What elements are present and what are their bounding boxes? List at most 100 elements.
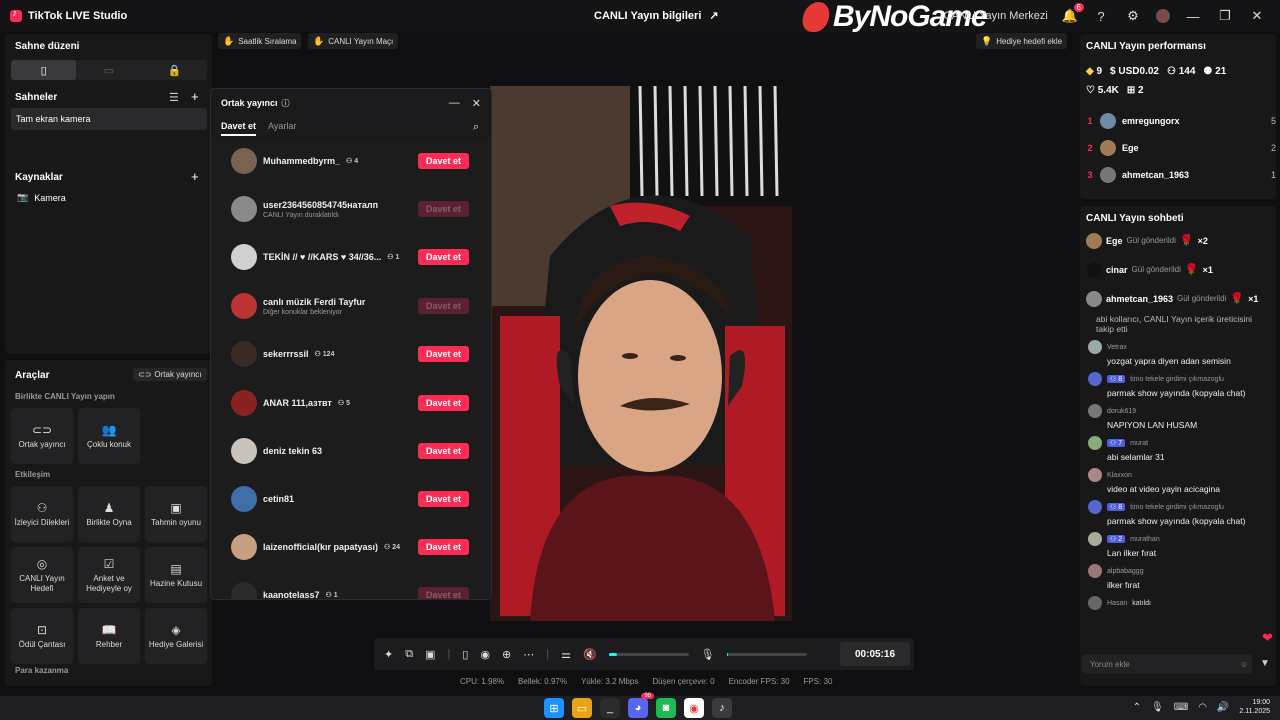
avatar	[1088, 436, 1102, 450]
diamonds-value: 9	[1096, 66, 1103, 77]
ranking-row[interactable]: 3 ahmetcan_1963 1	[1080, 161, 1276, 188]
terminal-icon[interactable]: _	[600, 698, 620, 718]
level-badge: ⚇ 8	[1107, 375, 1126, 383]
invite-button[interactable]: Davet et	[418, 249, 469, 265]
audio-mixer-icon[interactable]: ⚌	[561, 648, 571, 661]
discord-badge: 99	[641, 693, 654, 699]
source-item-camera[interactable]: 📷 Kamera	[17, 192, 66, 203]
live-info-button[interactable]: CANLI Yayın bilgileri ↗	[594, 9, 719, 23]
tab-settings[interactable]: Ayarlar	[268, 121, 296, 135]
tool-prediction[interactable]: ▣ Tahmin oyunu	[145, 486, 207, 542]
scene-panel: Sahne düzeni ▯ ▭ 🔒 Sahneler ☰ + Tam ekra…	[5, 34, 212, 354]
discord-icon[interactable]: ◕ 99	[628, 693, 654, 718]
invite-button[interactable]: Davet et	[418, 395, 469, 411]
rank-number: 3	[1087, 169, 1093, 180]
ranking-row[interactable]: 1 emregungorx 5	[1080, 107, 1276, 134]
mic-tray-icon[interactable]: 🎙	[1151, 702, 1164, 713]
help-circle-icon[interactable]: ⓘ	[282, 98, 290, 109]
windows-start-icon[interactable]: ⊞	[544, 698, 564, 718]
filter-icon[interactable]: ▼	[1260, 658, 1270, 669]
chat-message: Vetrax yozgat yapra diyen adan semisin	[1080, 340, 1270, 366]
add-source-icon[interactable]: +	[191, 169, 199, 184]
tool-multi-guest[interactable]: 👥 Çoklu konuk	[78, 408, 140, 464]
tray-chevron-icon[interactable]: ⌃	[1133, 702, 1141, 713]
add-scene-icon[interactable]: +	[191, 89, 199, 104]
cohost-name: canlı müzik Ferdi Tayfur	[263, 296, 366, 307]
level-badge: ⚇ 2	[1107, 535, 1126, 543]
tool-poll[interactable]: ☑ Anket ve Hediyeyle oy	[78, 547, 140, 603]
close-window-icon[interactable]: ✕	[1248, 8, 1266, 24]
close-dialog-icon[interactable]: ✕	[472, 97, 481, 110]
invite-button[interactable]: Davet et	[418, 153, 469, 169]
chat-message: alpbabaggg ilker fırat	[1080, 564, 1270, 590]
help-icon[interactable]: ?	[1092, 9, 1110, 24]
speaker-muted-icon[interactable]: 🔇	[583, 648, 597, 661]
live-center-button[interactable]: CANLI Yayın Merkezi	[944, 10, 1048, 22]
file-explorer-icon[interactable]: ▭	[572, 698, 592, 718]
volume-icon[interactable]: 🔊	[1217, 702, 1229, 713]
microphone-icon[interactable]: 🎙	[701, 648, 715, 661]
profile-avatar[interactable]	[1156, 9, 1170, 23]
gift-goal-pill[interactable]: 💡 Hediye hedefi ekle	[976, 33, 1068, 49]
app-green-icon[interactable]: ◙	[656, 698, 676, 718]
tool-play-together[interactable]: ♟ Birlikte Oyna	[78, 486, 140, 542]
clock[interactable]: 19:00 2.11.2025	[1239, 698, 1270, 716]
scene-overlay-icon[interactable]: ▣	[425, 648, 435, 661]
cohost-name: kaanotelass7	[263, 590, 320, 600]
landscape-layout-icon[interactable]: ▭	[76, 60, 141, 80]
emoji-icon[interactable]: ☺	[1240, 660, 1248, 669]
minimize-window-icon[interactable]: —	[1184, 9, 1202, 24]
tool-guide[interactable]: 📖 Rehber	[78, 608, 140, 664]
follower-count: ⚇ 1	[387, 254, 400, 261]
scene-item-full-camera[interactable]: Tam ekran kamera	[11, 108, 207, 130]
volume-slider[interactable]	[608, 652, 689, 656]
crop-icon[interactable]: ⧉	[405, 648, 413, 661]
invite-button[interactable]: Davet et	[418, 346, 469, 362]
tiktok-live-taskbar-icon[interactable]: ♪	[712, 698, 732, 718]
invite-button[interactable]: Davet et	[418, 539, 469, 555]
tool-reward-bag[interactable]: ⊡ Ödül Çantası	[11, 608, 73, 664]
tab-invite[interactable]: Davet et	[221, 121, 257, 136]
tool-cohost[interactable]: ⊂⊃ Ortak yayıncı	[11, 408, 73, 464]
record-icon[interactable]: ◉	[480, 648, 490, 661]
invite-button[interactable]: Davet et	[418, 491, 469, 507]
camera-switch-icon[interactable]: ⊕	[502, 648, 511, 661]
minimize-dialog-icon[interactable]: —	[449, 97, 460, 110]
gift-text: Gül gönderildi	[1126, 236, 1176, 245]
hourly-ranking-pill[interactable]: ✋ Saatlik Sıralama	[218, 33, 302, 49]
network-icon[interactable]: ⌨	[1174, 702, 1188, 713]
phone-layout-icon[interactable]: ▯	[462, 648, 468, 661]
tool-treasure-box[interactable]: ▤ Hazine Kutusu	[145, 547, 207, 603]
chrome-icon[interactable]: ◉	[684, 698, 704, 718]
tool-live-goal[interactable]: ◎ CANLI Yayın Hedefi	[11, 547, 73, 603]
comment-input[interactable]: Yorum ekle ☺	[1082, 654, 1252, 674]
cohost-info: laizenofficial(kır papatyası) ⚇ 24	[263, 542, 418, 552]
effects-wand-icon[interactable]: ✦	[384, 648, 393, 661]
cohost-shortcut-button[interactable]: ⊂⊃ Ortak yayıncı	[133, 368, 207, 381]
scene-list-icon[interactable]: ☰	[169, 91, 179, 104]
chat-user: murat	[1130, 439, 1149, 447]
mic-slider[interactable]	[726, 652, 807, 656]
settings-gear-icon[interactable]: ⚙	[1124, 8, 1142, 24]
chat-text: abi selamlar 31	[1107, 452, 1165, 462]
notification-bell-icon[interactable]: 🔔 6	[1062, 3, 1084, 24]
chat-message: doruk619 NAPIYON LAN HUSAM	[1080, 404, 1270, 430]
target-icon: ◎	[36, 556, 48, 571]
live-match-pill[interactable]: ✋ CANLI Yayın Maçı	[308, 33, 399, 49]
cohost-name: Muhammedbyrm_	[263, 156, 341, 166]
ranking-row[interactable]: 2 Ege 2	[1080, 134, 1276, 161]
search-icon[interactable]: ⌕	[473, 121, 479, 134]
tools-panel: Araçlar ⊂⊃ Ortak yayıncı Birlikte CANLI …	[5, 360, 212, 686]
avatar	[1088, 532, 1102, 546]
invite-button[interactable]: Davet et	[418, 443, 469, 459]
maximize-window-icon[interactable]: ❐	[1216, 8, 1234, 24]
cohost-row: ANAR 111,азтвт ⚇ 5 Davet et	[231, 389, 469, 417]
wifi-icon[interactable]: ◠	[1198, 702, 1207, 713]
more-options-icon[interactable]: ⋯	[523, 648, 534, 661]
rose-icon: 🌹	[1230, 293, 1245, 305]
portrait-layout-icon[interactable]: ▯	[11, 60, 77, 80]
performance-panel: CANLI Yayın performansı ◆ 9 $ USD0.02 ⚇ …	[1080, 34, 1276, 199]
tool-viewer-wishes[interactable]: ⚇ İzleyici Dilekleri	[11, 486, 73, 542]
tool-gift-gallery[interactable]: ◈ Hediye Galerisi	[145, 608, 207, 664]
locked-layout-icon[interactable]: 🔒	[142, 60, 207, 80]
